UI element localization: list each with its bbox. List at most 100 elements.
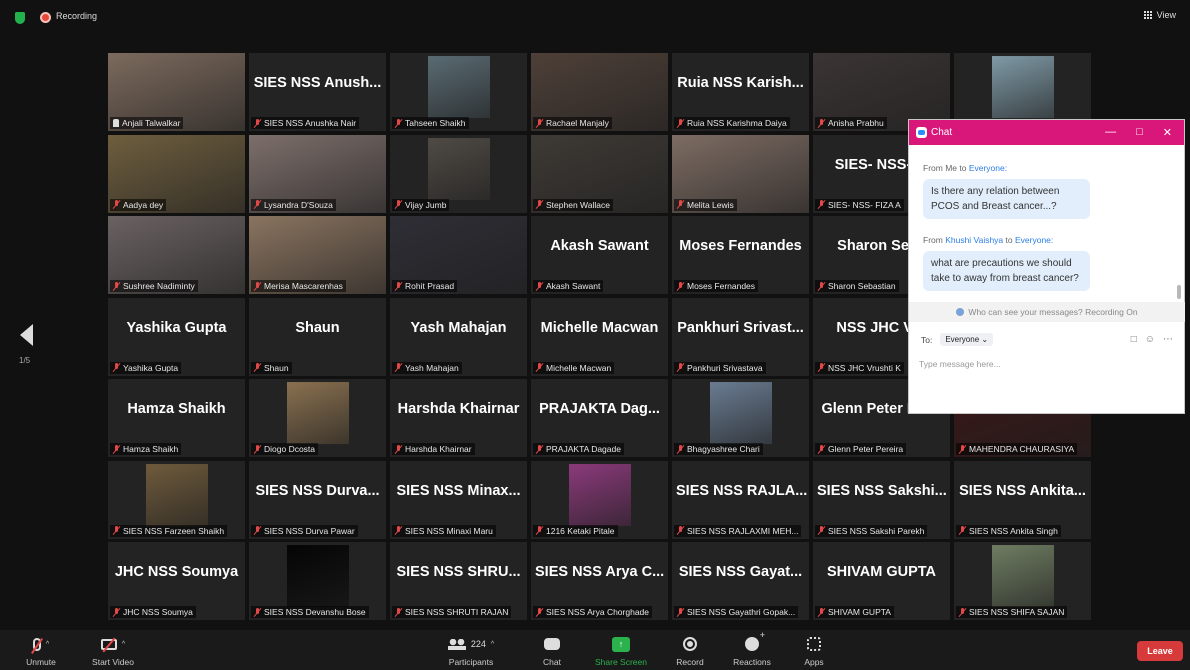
participant-tile[interactable]: Pankhuri Srivast... Pankhuri Srivastava — [672, 297, 809, 376]
participant-name: SIES NSS RAJLAXMI MEH... — [687, 525, 799, 536]
muted-microphone-icon — [113, 444, 120, 454]
emoji-icon[interactable]: ☺ — [1145, 334, 1155, 345]
participant-tile[interactable]: Merisa Mascarenhas — [249, 216, 386, 294]
leave-button[interactable]: Leave — [1137, 641, 1183, 661]
muted-microphone-icon — [536, 363, 543, 372]
start-video-button[interactable]: ^ Start Video — [78, 634, 148, 667]
chat-scrollbar[interactable] — [1177, 285, 1181, 299]
participant-tile[interactable]: Rachael Manjaly — [531, 53, 668, 131]
chat-window[interactable]: Chat — □ ✕ From Me to Everyone: Is there… — [908, 119, 1185, 414]
record-label: Record — [676, 657, 704, 667]
participant-name: Tahseen Shaikh — [405, 118, 466, 128]
share-screen-button[interactable]: ↑ Share Screen — [586, 634, 656, 667]
participant-tile[interactable]: Hamza Shaikh Hamza Shaikh — [108, 379, 245, 457]
participant-tile[interactable]: Moses Fernandes Moses Fernandes — [672, 216, 809, 294]
participant-display-name: Akash Sawant — [550, 238, 649, 254]
previous-page-arrow-icon[interactable] — [20, 324, 33, 346]
participant-tile[interactable]: Anjali Talwalkar — [108, 53, 245, 131]
unmute-button[interactable]: ^ Unmute — [6, 634, 76, 667]
chat-title-bar[interactable]: Chat — □ ✕ — [909, 120, 1184, 145]
recipient-value: Everyone — [945, 335, 980, 344]
chevron-up-icon[interactable]: ^ — [491, 641, 494, 648]
reactions-label: Reactions — [733, 657, 771, 667]
participant-name-tag: Harshda Khairnar — [392, 443, 475, 455]
participant-tile[interactable]: SIES NSS Anush... SIES NSS Anushka Nair — [249, 53, 386, 131]
participant-name: SIES NSS Farzeen Shaikh — [123, 525, 225, 536]
participant-tile[interactable]: Sushree Nadiminty — [108, 216, 245, 294]
muted-microphone-icon — [818, 281, 825, 291]
recipient-select[interactable]: Everyone ⌄ — [940, 333, 994, 346]
participant-tile[interactable]: 1216 Ketaki Pitale — [531, 460, 668, 539]
participants-button[interactable]: 224 ^ Participants — [436, 634, 506, 667]
participant-tile[interactable]: Yashika Gupta Yashika Gupta — [108, 297, 245, 376]
chat-icon — [544, 638, 560, 650]
participant-display-name: Yashika Gupta — [126, 319, 227, 336]
chat-message-input[interactable] — [919, 354, 1169, 374]
participant-tile[interactable]: SIES NSS Ankita... SIES NSS Ankita Singh — [954, 460, 1091, 539]
participant-tile[interactable]: Diogo Dcosta — [249, 379, 386, 457]
participant-tile[interactable]: Stephen Wallace — [531, 134, 668, 213]
who-can-see-link[interactable]: Who can see your messages? Recording On — [909, 302, 1185, 322]
participant-name-tag: Diogo Dcosta — [251, 443, 319, 455]
participant-display-name: Pankhuri Srivast... — [677, 319, 804, 336]
recording-label: Recording — [56, 11, 98, 21]
participant-tile[interactable]: Yash Mahajan Yash Mahajan — [390, 297, 527, 376]
participant-name: Bhagyashree Chari — [687, 444, 760, 454]
participant-tile[interactable]: Vijay Jumb — [390, 134, 527, 213]
participant-name: Ruia NSS Karishma Daiya — [687, 118, 787, 128]
view-button[interactable]: View — [1143, 10, 1176, 20]
muted-microphone-icon — [677, 607, 684, 617]
participant-name: Glenn Peter Pereira — [828, 444, 904, 454]
participant-name: Yash Mahajan — [405, 362, 459, 373]
participant-name-tag: SIES NSS Minaxi Maru — [392, 524, 496, 537]
participant-tile[interactable]: Akash Sawant Akash Sawant — [531, 216, 668, 294]
chevron-up-icon[interactable]: ^ — [46, 641, 49, 648]
participant-tile[interactable]: SIES NSS Durva... SIES NSS Durva Pawar — [249, 460, 386, 539]
reactions-button[interactable]: Reactions — [717, 630, 787, 667]
participant-tile[interactable]: Shaun Shaun — [249, 297, 386, 376]
participant-tile[interactable]: SIES NSS SHIFA SAJAN — [954, 542, 1091, 620]
participant-tile[interactable]: Melita Lewis — [672, 134, 809, 213]
muted-microphone-icon — [254, 118, 261, 128]
file-icon[interactable]: □ — [1131, 334, 1137, 345]
participant-tile[interactable]: SIES NSS Farzeen Shaikh — [108, 460, 245, 539]
participant-name-tag: SIES NSS SHIFA SAJAN — [956, 606, 1068, 618]
minimize-icon[interactable]: — — [1105, 126, 1116, 139]
participant-tile[interactable]: SIES NSS Sakshi... SIES NSS Sakshi Parekh — [813, 460, 950, 539]
participant-tile[interactable]: Rohit Prasad — [390, 216, 527, 294]
participant-tile[interactable]: SIES NSS RAJLA... SIES NSS RAJLAXMI MEH..… — [672, 460, 809, 539]
message-header: From Me to Everyone: — [923, 163, 1177, 173]
record-button[interactable]: Record — [655, 634, 725, 667]
participant-tile[interactable]: JHC NSS Soumya JHC NSS Soumya — [108, 542, 245, 620]
participant-tile[interactable]: SIES NSS Minax... SIES NSS Minaxi Maru — [390, 460, 527, 539]
participant-tile[interactable]: SIES NSS Devanshu Bose — [249, 542, 386, 620]
participant-tile[interactable]: SIES NSS SHRU... SIES NSS SHRUTI RAJAN — [390, 542, 527, 620]
participant-tile[interactable]: Aadya dey — [108, 134, 245, 213]
participant-tile[interactable]: Harshda Khairnar Harshda Khairnar — [390, 379, 527, 457]
chat-button[interactable]: Chat — [517, 634, 587, 667]
muted-microphone-icon — [395, 118, 402, 128]
chat-messages[interactable]: From Me to Everyone: Is there any relati… — [909, 145, 1177, 305]
maximize-icon[interactable]: □ — [1136, 126, 1143, 139]
participant-tile[interactable]: SIES NSS Gayat... SIES NSS Gayathri Gopak… — [672, 542, 809, 620]
participant-tile[interactable]: SHIVAM GUPTA SHIVAM GUPTA — [813, 542, 950, 620]
participant-video — [286, 382, 349, 445]
participant-name-tag: Vijay Jumb — [392, 198, 450, 211]
encryption-shield-icon[interactable] — [15, 12, 25, 24]
participant-tile[interactable]: PRAJAKTA Dag... PRAJAKTA Dagade — [531, 379, 668, 457]
participant-name-tag: 1216 Ketaki Pitale — [533, 524, 618, 537]
participant-tile[interactable]: Lysandra D'Souza — [249, 134, 386, 213]
participant-tile[interactable]: Bhagyashree Chari — [672, 379, 809, 457]
close-icon[interactable]: ✕ — [1163, 126, 1172, 139]
participant-tile[interactable]: Tahseen Shaikh — [390, 53, 527, 131]
more-options-icon[interactable]: ⋯ — [1163, 334, 1173, 345]
participant-name-tag: Tahseen Shaikh — [392, 117, 469, 129]
apps-button[interactable]: Apps — [779, 634, 849, 667]
participant-tile[interactable]: SIES NSS Arya C... SIES NSS Arya Chorghad… — [531, 542, 668, 620]
chevron-up-icon[interactable]: ^ — [122, 641, 125, 648]
muted-microphone-icon — [818, 526, 825, 535]
participant-tile[interactable]: Ruia NSS Karish... Ruia NSS Karishma Daiy… — [672, 53, 809, 131]
participant-tile[interactable]: Michelle Macwan Michelle Macwan — [531, 297, 668, 376]
muted-microphone-icon — [818, 200, 825, 209]
participant-name-tag: Aadya dey — [110, 198, 167, 211]
